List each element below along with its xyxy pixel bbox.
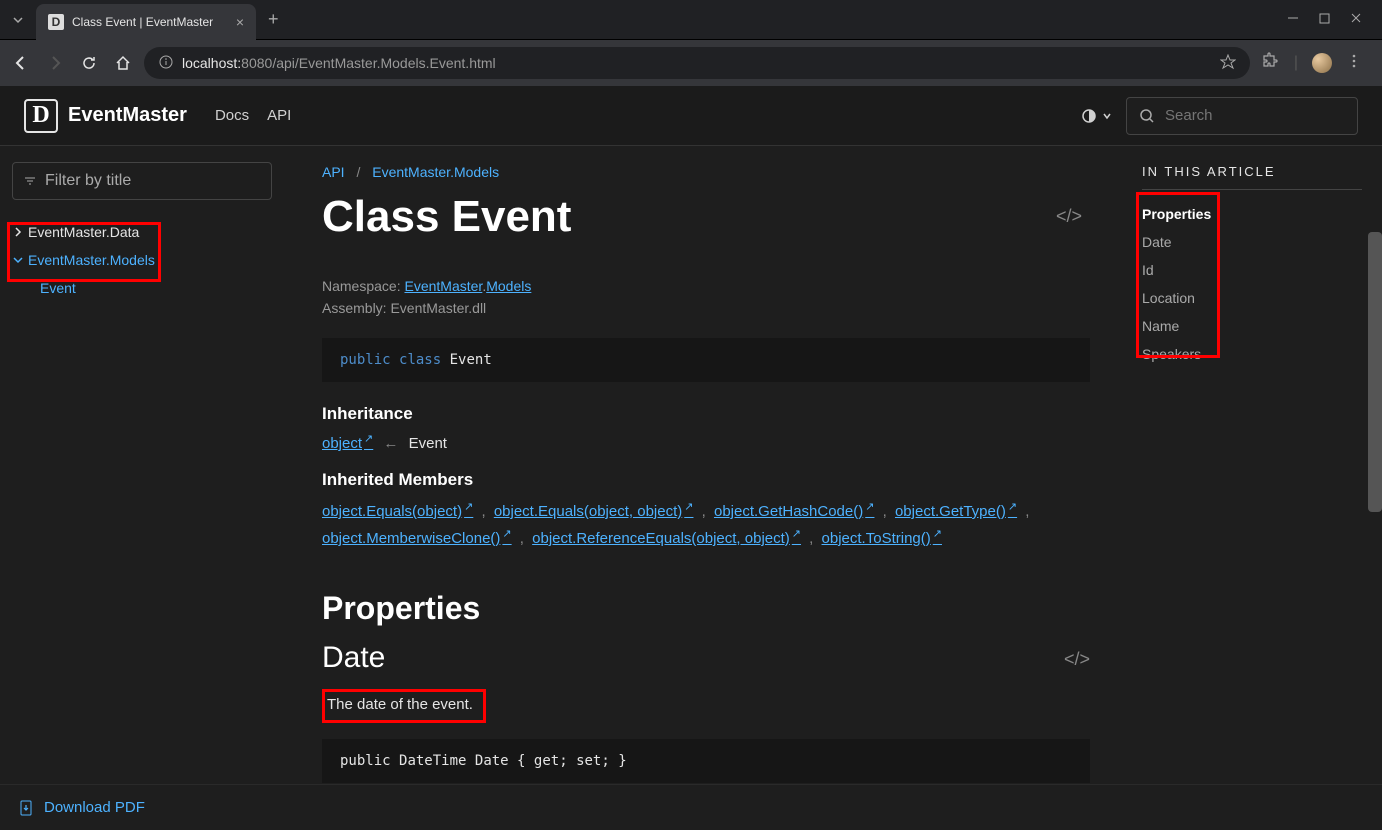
breadcrumb: API / EventMaster.Models (322, 164, 1090, 180)
breadcrumb-api[interactable]: API (322, 164, 345, 180)
app-header: D EventMaster Docs API (0, 86, 1382, 146)
namespace-line: Namespace: EventMaster.Models (322, 278, 1090, 294)
download-pdf-link[interactable]: Download PDF (18, 799, 145, 817)
search-box[interactable] (1126, 97, 1358, 135)
property-date-desc: The date of the event. (327, 696, 473, 713)
browser-tab-bar: D Class Event | EventMaster × + (0, 0, 1382, 40)
inheritance-heading: Inheritance (322, 404, 1090, 424)
pdf-icon (18, 799, 36, 817)
tree-label: Event (40, 280, 76, 296)
property-date-code: public DateTime Date { get; set; } (322, 739, 1090, 783)
url-bar: localhost:8080/api/EventMaster.Models.Ev… (0, 40, 1382, 86)
highlight-box-2: The date of the event. (322, 689, 486, 723)
tree-item-models[interactable]: EventMaster.Models (12, 246, 278, 274)
toc-location[interactable]: Location (1142, 284, 1362, 312)
favicon: D (48, 14, 64, 30)
url-text: localhost:8080/api/EventMaster.Models.Ev… (182, 55, 1212, 71)
avatar[interactable] (1312, 53, 1332, 73)
logo-icon: D (24, 99, 58, 133)
toc-title: IN THIS ARTICLE (1142, 164, 1362, 190)
search-input[interactable] (1165, 107, 1364, 124)
namespace-sub-link[interactable]: Models (486, 278, 531, 294)
filter-input[interactable]: Filter by title (12, 162, 272, 200)
menu-icon[interactable] (1346, 53, 1362, 74)
in-this-article: IN THIS ARTICLE Properties Date Id Locat… (1122, 146, 1382, 784)
declaration-code: public class Event (322, 338, 1090, 382)
member-link[interactable]: object.MemberwiseClone()↗ (322, 530, 512, 547)
tree-label: EventMaster.Models (28, 252, 155, 268)
extensions-icon[interactable] (1262, 52, 1280, 75)
tree-item-event[interactable]: Event (12, 274, 278, 302)
property-date-heading: Date </> (322, 641, 1090, 675)
toc-properties[interactable]: Properties (1142, 200, 1362, 228)
filter-icon (23, 174, 37, 188)
inherited-members-list: object.Equals(object)↗ , object.Equals(o… (322, 498, 1090, 552)
properties-heading: Properties (322, 590, 1090, 627)
toc-id[interactable]: Id (1142, 256, 1362, 284)
nav-docs[interactable]: Docs (215, 107, 249, 124)
home-button[interactable] (114, 54, 132, 72)
page-title: Class Event (322, 192, 1090, 242)
address-bar[interactable]: localhost:8080/api/EventMaster.Models.Ev… (144, 47, 1250, 79)
member-link[interactable]: object.Equals(object)↗ (322, 503, 473, 520)
logo[interactable]: D EventMaster (24, 99, 187, 133)
reload-button[interactable] (80, 54, 98, 72)
tab-list-dropdown[interactable] (0, 2, 36, 38)
back-button[interactable] (12, 54, 30, 72)
site-info-icon[interactable] (158, 54, 174, 73)
maximize-icon[interactable] (1319, 11, 1330, 29)
member-link[interactable]: object.ToString()↗ (822, 530, 942, 547)
forward-button[interactable] (46, 54, 64, 72)
star-icon[interactable] (1220, 54, 1236, 73)
search-icon (1139, 108, 1155, 124)
main-content: API / EventMaster.Models Class Event </>… (290, 146, 1122, 784)
tree-item-data[interactable]: EventMaster.Data (12, 218, 278, 246)
tab-title: Class Event | EventMaster (72, 15, 228, 29)
chevron-down-icon (12, 254, 24, 266)
minimize-icon[interactable] (1287, 11, 1299, 29)
footer: Download PDF (0, 784, 1382, 830)
inheritance-chain: object↗ ← Event (322, 432, 1090, 452)
nav-api[interactable]: API (267, 107, 291, 124)
filter-placeholder: Filter by title (45, 172, 131, 190)
toc-date[interactable]: Date (1142, 228, 1362, 256)
namespace-link[interactable]: EventMaster (404, 278, 482, 294)
close-window-icon[interactable] (1350, 11, 1362, 29)
new-tab-button[interactable]: + (256, 9, 291, 30)
assembly-line: Assembly: EventMaster.dll (322, 300, 1090, 316)
object-link[interactable]: object↗ (322, 435, 373, 452)
toc-speakers[interactable]: Speakers (1142, 340, 1362, 368)
close-tab-icon[interactable]: × (236, 14, 244, 30)
members-heading: Inherited Members (322, 470, 1090, 490)
scrollbar[interactable] (1368, 232, 1382, 512)
member-link[interactable]: object.Equals(object, object)↗ (494, 503, 694, 520)
chevron-right-icon (12, 226, 24, 238)
member-link[interactable]: object.GetType()↗ (895, 503, 1017, 520)
browser-tab[interactable]: D Class Event | EventMaster × (36, 4, 256, 40)
toc-name[interactable]: Name (1142, 312, 1362, 340)
member-link[interactable]: object.ReferenceEquals(object, object)↗ (532, 530, 801, 547)
member-link[interactable]: object.GetHashCode()↗ (714, 503, 874, 520)
breadcrumb-section[interactable]: EventMaster.Models (372, 164, 499, 180)
tree-label: EventMaster.Data (28, 224, 139, 240)
theme-toggle[interactable] (1080, 107, 1112, 125)
view-source-icon[interactable]: </> (1056, 206, 1082, 227)
brand-name: EventMaster (68, 104, 187, 127)
view-source-icon[interactable]: </> (1064, 649, 1090, 670)
sidebar: Filter by title EventMaster.Data EventMa… (0, 146, 290, 784)
